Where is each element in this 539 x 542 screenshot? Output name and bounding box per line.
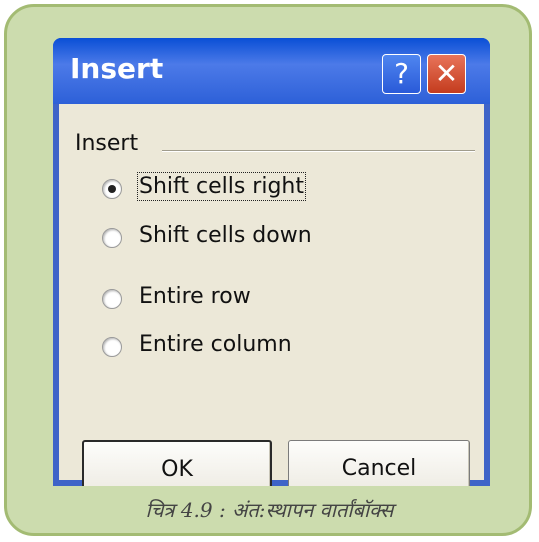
ok-button[interactable]: OK [82,440,272,486]
figure-caption: चित्र 4.9 : अंत:स्थापन वार्तांबॉक्स [145,498,394,522]
radio-shift-cells-down[interactable] [102,228,122,248]
radio-selected-dot [108,185,116,193]
dialog-body: Insert Shift cells right Shift cells dow… [59,104,484,486]
option-label-entire-row[interactable]: Entire row [139,284,251,309]
title-bar: Insert ? ✕ [53,38,490,104]
option-label-entire-column[interactable]: Entire column [139,332,292,357]
close-icon: ✕ [434,57,459,90]
radio-entire-column[interactable] [102,337,122,357]
option-label-shift-cells-down[interactable]: Shift cells down [139,223,312,248]
group-label: Insert [75,131,139,156]
option-label-shift-cells-right[interactable]: Shift cells right [137,172,306,201]
dialog-title: Insert [70,52,164,85]
cancel-button[interactable]: Cancel [288,440,470,486]
close-button[interactable]: ✕ [427,54,466,94]
group-divider [162,150,475,152]
radio-shift-cells-right[interactable] [102,179,122,199]
radio-entire-row[interactable] [102,289,122,309]
insert-dialog: Insert ? ✕ Insert Shift cells right Shif… [53,38,490,486]
help-button[interactable]: ? [382,54,421,94]
help-icon: ? [394,57,409,90]
